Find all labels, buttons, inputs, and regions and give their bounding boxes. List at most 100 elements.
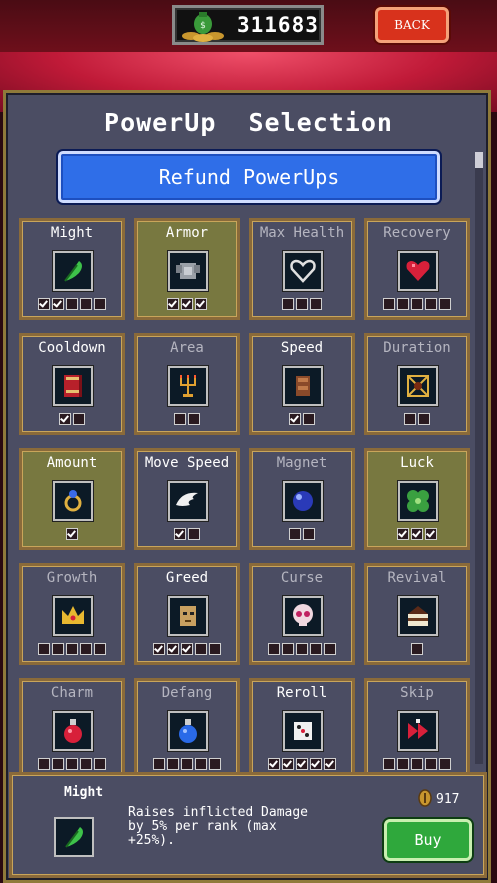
powerup-card-defang[interactable]: Defang xyxy=(134,678,240,774)
rank-box-empty xyxy=(289,528,301,540)
buy-button[interactable]: Buy xyxy=(384,819,472,861)
skip-icon xyxy=(408,719,428,739)
rank-box-empty xyxy=(188,413,200,425)
rank-box-empty xyxy=(153,758,165,770)
detail-powerup-name: Might xyxy=(64,785,104,800)
rank-box-filled xyxy=(167,643,179,655)
powerup-card-speed[interactable]: Speed xyxy=(249,333,355,435)
detail-description: Raises inflicted Damage by 5% per rank (… xyxy=(128,805,309,848)
powerup-icon-frame xyxy=(398,481,438,521)
heart-icon xyxy=(406,261,430,281)
powerup-icon-frame xyxy=(168,481,208,521)
rank-box-empty xyxy=(282,298,294,310)
powerup-card-duration[interactable]: Duration xyxy=(364,333,470,435)
powerup-icon-frame xyxy=(53,251,93,291)
rank-indicator xyxy=(22,528,122,540)
rank-box-filled xyxy=(66,528,78,540)
rank-indicator xyxy=(137,298,237,310)
powerup-name: Area xyxy=(170,340,204,356)
powerup-name: Luck xyxy=(400,455,434,471)
scrollbar[interactable] xyxy=(475,152,483,764)
powerup-card-amount[interactable]: Amount xyxy=(19,448,125,550)
rank-indicator xyxy=(22,643,122,655)
powerup-card-reroll[interactable]: Reroll xyxy=(249,678,355,774)
tiragisu-icon xyxy=(408,606,428,626)
rank-box-empty xyxy=(94,758,106,770)
powerup-card-might[interactable]: Might xyxy=(19,218,125,320)
detail-icon-frame xyxy=(54,817,94,857)
rank-indicator xyxy=(367,413,467,425)
dice-icon xyxy=(294,722,312,740)
gold-amount: 311683 xyxy=(237,13,319,37)
wings-icon xyxy=(176,492,198,506)
coin-icon xyxy=(418,789,432,807)
rank-box-empty xyxy=(66,758,78,770)
feather-icon xyxy=(64,261,82,282)
mask-icon xyxy=(180,606,196,626)
powerup-name: Max Health xyxy=(259,225,345,241)
rank-box-empty xyxy=(303,528,315,540)
powerup-card-area[interactable]: Area xyxy=(134,333,240,435)
rank-box-empty xyxy=(397,298,409,310)
powerup-icon-frame xyxy=(283,366,323,406)
powerup-card-armor[interactable]: Armor xyxy=(134,218,240,320)
rank-indicator xyxy=(22,758,122,770)
powerup-card-skip[interactable]: Skip xyxy=(364,678,470,774)
powerup-name: Might xyxy=(50,225,94,241)
blue-potion-icon xyxy=(179,719,197,743)
scroll-thumb[interactable] xyxy=(475,152,483,168)
powerup-card-luck[interactable]: Luck xyxy=(364,448,470,550)
powerup-card-revival[interactable]: Revival xyxy=(364,563,470,665)
powerup-card-curse[interactable]: Curse xyxy=(249,563,355,665)
powerup-icon-frame xyxy=(53,366,93,406)
powerup-name: Duration xyxy=(383,340,451,356)
powerup-card-greed[interactable]: Greed xyxy=(134,563,240,665)
powerup-card-magnet[interactable]: Magnet xyxy=(249,448,355,550)
rank-indicator xyxy=(137,413,237,425)
powerup-icon-frame xyxy=(398,366,438,406)
rank-box-empty xyxy=(66,298,78,310)
rank-indicator xyxy=(22,413,122,425)
gold-counter: $ 311683 xyxy=(172,5,324,45)
coin-bag-icon: $ xyxy=(182,12,224,42)
powerup-card-cooldown[interactable]: Cooldown xyxy=(19,333,125,435)
powerup-name: Revival xyxy=(387,570,447,586)
powerup-card-move-speed[interactable]: Move Speed xyxy=(134,448,240,550)
rank-box-empty xyxy=(296,298,308,310)
refund-powerups-button[interactable]: Refund PowerUps xyxy=(58,151,440,203)
powerup-card-growth[interactable]: Growth xyxy=(19,563,125,665)
powerup-grid: Might Armor Max Health Recovery Cooldown Area… xyxy=(19,218,471,774)
rank-box-empty xyxy=(52,643,64,655)
rank-box-filled xyxy=(181,643,193,655)
rank-box-empty xyxy=(73,413,85,425)
powerup-card-max-health[interactable]: Max Health xyxy=(249,218,355,320)
powerup-name: Amount xyxy=(46,455,98,471)
crown-icon xyxy=(62,606,84,624)
rank-box-empty xyxy=(411,758,423,770)
rank-box-empty xyxy=(195,643,207,655)
rank-indicator xyxy=(252,528,352,540)
rank-box-filled xyxy=(411,528,423,540)
rank-box-empty xyxy=(425,758,437,770)
rank-box-empty xyxy=(383,298,395,310)
rank-box-filled xyxy=(181,298,193,310)
rank-box-filled xyxy=(310,758,322,770)
powerup-icon-frame xyxy=(398,251,438,291)
candelabra-icon xyxy=(180,375,196,397)
rank-box-empty xyxy=(80,298,92,310)
rank-box-empty xyxy=(94,298,106,310)
clover-icon xyxy=(407,490,429,512)
rank-box-empty xyxy=(303,413,315,425)
rank-box-empty xyxy=(174,413,186,425)
powerup-icon-frame xyxy=(283,481,323,521)
powerup-card-recovery[interactable]: Recovery xyxy=(364,218,470,320)
rank-box-empty xyxy=(383,758,395,770)
feather-icon xyxy=(65,827,83,848)
back-button[interactable]: BACK xyxy=(375,7,449,43)
rank-box-filled xyxy=(195,298,207,310)
powerup-icon-frame xyxy=(283,711,323,751)
powerup-name: Greed xyxy=(165,570,209,586)
powerup-icon-frame xyxy=(53,711,93,751)
powerup-card-charm[interactable]: Charm xyxy=(19,678,125,774)
rank-box-filled xyxy=(174,528,186,540)
